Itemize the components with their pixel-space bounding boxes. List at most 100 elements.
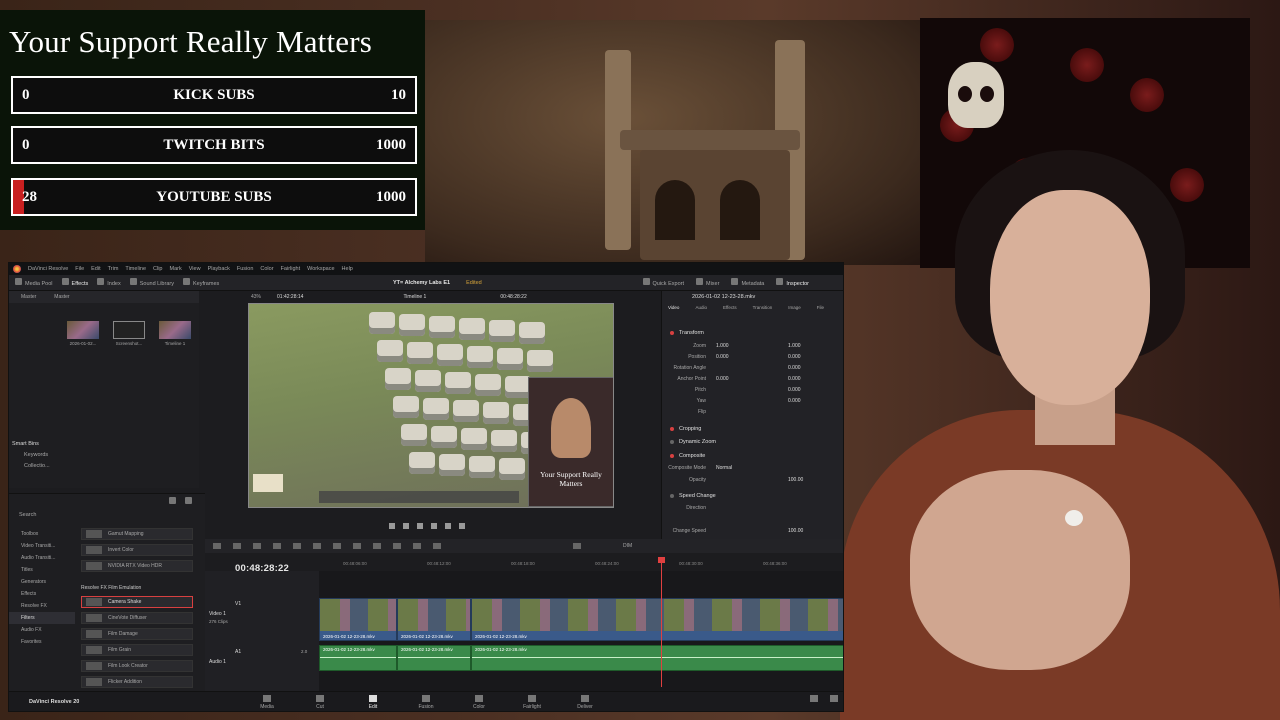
menu-item[interactable]: Clip xyxy=(153,266,162,272)
index-button[interactable]: Index xyxy=(97,278,121,287)
effect-item[interactable]: Film Look Creator xyxy=(81,660,193,672)
smart-bin-item[interactable]: Collectio... xyxy=(12,463,50,469)
param-row[interactable]: Pitch 0.000 xyxy=(662,385,842,395)
playhead[interactable] xyxy=(658,557,665,687)
metadata-button[interactable]: Metadata xyxy=(731,278,764,287)
media-pool-button[interactable]: Media Pool xyxy=(15,278,53,287)
timeline-tracks[interactable]: 2026-01-02 12-23-28.mkv 2026-01-02 12-23… xyxy=(319,571,843,691)
timeline-selector[interactable]: Timeline 1 xyxy=(403,294,426,300)
viewer-zoom[interactable]: 43% xyxy=(251,294,261,300)
selection-tool-icon[interactable] xyxy=(213,543,221,549)
section-composite[interactable]: Composite xyxy=(670,451,838,461)
more-options-icon[interactable] xyxy=(185,497,192,504)
audio-clip[interactable]: 2026-01-02 12-23-28.mkv xyxy=(471,645,843,671)
category-item[interactable]: Video Transiti... xyxy=(9,540,75,552)
category-item[interactable]: Toolbox xyxy=(9,528,75,540)
effect-item[interactable]: Invert Color xyxy=(81,544,193,556)
effects-search-input[interactable]: Search xyxy=(19,512,36,518)
param-row[interactable]: Position 0.000 0.000 xyxy=(662,352,842,362)
inspector-tab[interactable]: Transition xyxy=(753,305,773,310)
category-item[interactable]: Resolve FX xyxy=(9,600,75,612)
effect-item[interactable]: NVIDIA RTX Video HDR xyxy=(81,560,193,572)
inspector-tab[interactable]: Video xyxy=(668,305,679,310)
menu-item[interactable]: Workspace xyxy=(307,266,334,272)
timeline-ruler[interactable]: 00:48:06:00 00:48:12:00 00:48:18:00 00:4… xyxy=(319,559,843,571)
category-item[interactable]: Audio FX xyxy=(9,624,75,636)
effect-item[interactable]: Flicker Addition xyxy=(81,676,193,688)
play-icon[interactable] xyxy=(431,523,437,529)
clip-thumbnail[interactable] xyxy=(113,321,145,339)
effect-item[interactable]: Film Grain xyxy=(81,644,193,656)
step-forward-icon[interactable] xyxy=(445,523,451,529)
effect-item[interactable]: Gamut Mapping xyxy=(81,528,193,540)
menu-item[interactable]: Fusion xyxy=(237,266,254,272)
menu-item[interactable]: Playback xyxy=(208,266,230,272)
category-item[interactable]: Titles xyxy=(9,564,75,576)
settings-gear-icon[interactable] xyxy=(819,695,843,704)
page-deliver[interactable]: Deliver xyxy=(570,695,600,710)
menu-item[interactable]: View xyxy=(189,266,201,272)
sound-library-button[interactable]: Sound Library xyxy=(129,278,174,287)
loop-icon[interactable] xyxy=(459,523,465,529)
snapping-icon[interactable] xyxy=(333,543,341,549)
page-media[interactable]: Media xyxy=(252,695,282,710)
flag-icon[interactable] xyxy=(393,543,401,549)
position-lock-icon[interactable] xyxy=(373,543,381,549)
menu-item[interactable]: Timeline xyxy=(125,266,146,272)
param-row[interactable]: Anchor Point 0.000 0.000 xyxy=(662,374,842,384)
timeline-thumbnail[interactable] xyxy=(159,321,191,339)
audio-clip[interactable]: 2026-01-02 12-23-28.mkv xyxy=(319,645,397,671)
category-item[interactable]: Generators xyxy=(9,576,75,588)
menu-item[interactable]: Mark xyxy=(170,266,182,272)
menu-item[interactable]: File xyxy=(75,266,84,272)
menu-item[interactable]: Color xyxy=(260,266,273,272)
category-item[interactable]: Favorites xyxy=(9,636,75,648)
quick-export-button[interactable]: Quick Export xyxy=(642,278,684,287)
inspector-tab[interactable]: Image xyxy=(788,305,801,310)
composite-mode-select[interactable]: Normal xyxy=(716,465,772,471)
param-row[interactable]: Rotation Angle 0.000 xyxy=(662,363,842,373)
blade-tool-icon[interactable] xyxy=(253,543,261,549)
video-clip[interactable]: 2026-01-02 12-23-28.mkv xyxy=(397,598,471,641)
page-cut[interactable]: Cut xyxy=(305,695,335,710)
section-transform[interactable]: Transform xyxy=(670,328,838,338)
section-speed-change[interactable]: Speed Change xyxy=(670,491,838,501)
replace-clip-icon[interactable] xyxy=(313,543,321,549)
zoom-icon[interactable] xyxy=(433,543,441,549)
param-row[interactable]: Composite Mode Normal xyxy=(662,463,842,473)
stop-icon[interactable] xyxy=(417,523,423,529)
category-item[interactable]: Filters xyxy=(9,612,75,624)
section-dynamic-zoom[interactable]: Dynamic Zoom xyxy=(670,437,838,447)
category-item[interactable]: Audio Transiti... xyxy=(9,552,75,564)
param-row[interactable]: Change Speed 100.00 xyxy=(662,526,842,536)
video-clip[interactable]: 2026-01-02 12-23-28.mkv xyxy=(319,598,397,641)
volume-icon[interactable] xyxy=(573,543,581,549)
trim-tool-icon[interactable] xyxy=(233,543,241,549)
category-item[interactable]: Effects xyxy=(9,588,75,600)
effects-button[interactable]: Effects xyxy=(61,278,88,287)
page-fusion[interactable]: Fusion xyxy=(411,695,441,710)
pool-tab[interactable]: Master xyxy=(21,294,36,300)
page-fairlight[interactable]: Fairlight xyxy=(517,695,547,710)
menu-item[interactable]: DaVinci Resolve xyxy=(28,266,68,272)
param-row[interactable]: Yaw 0.000 xyxy=(662,396,842,406)
menu-item[interactable]: Fairlight xyxy=(281,266,301,272)
effect-item[interactable]: Film Damage xyxy=(81,628,193,640)
effect-item[interactable]: CineVote Diffuser xyxy=(81,612,193,624)
mixer-button[interactable]: Mixer xyxy=(695,278,719,287)
keyframes-button[interactable]: Keyframes xyxy=(182,278,219,287)
pool-tab[interactable]: Master xyxy=(54,294,69,300)
insert-clip-icon[interactable] xyxy=(273,543,281,549)
menu-item[interactable]: Trim xyxy=(108,266,119,272)
dim-button[interactable]: DIM xyxy=(623,543,632,549)
inspector-tab[interactable]: Audio xyxy=(695,305,707,310)
param-row[interactable]: Flip xyxy=(662,407,842,417)
page-color[interactable]: Color xyxy=(464,695,494,710)
timeline-viewer[interactable]: Your Support Really Matters xyxy=(248,303,614,508)
menu-item[interactable]: Help xyxy=(342,266,353,272)
audio-clip[interactable]: 2026-01-02 12-23-28.mkv xyxy=(397,645,471,671)
inspector-tab[interactable]: Effects xyxy=(723,305,737,310)
effect-item-camera-shake[interactable]: Camera Shake xyxy=(81,596,193,608)
param-row[interactable]: Direction xyxy=(662,503,842,513)
video-clip[interactable]: 2026-01-02 12-23-28.mkv xyxy=(471,598,843,641)
